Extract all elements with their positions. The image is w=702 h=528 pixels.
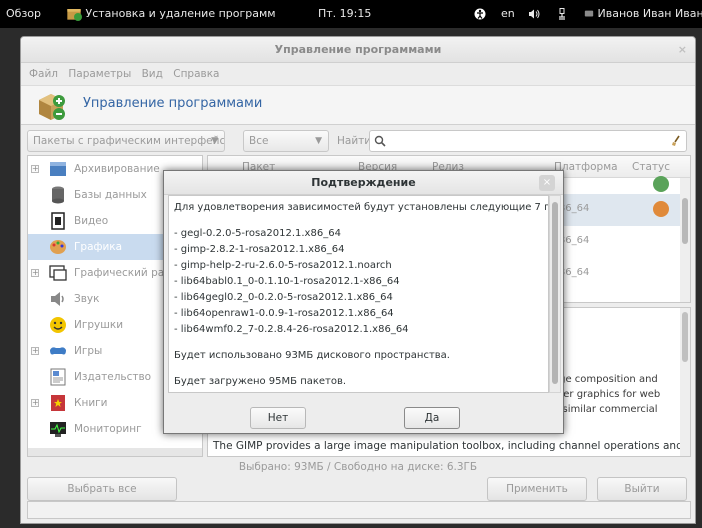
category-label: Базы данных <box>74 189 147 201</box>
app-name: Установка и удаление программ <box>85 7 276 20</box>
dependency-item: - lib64babl0.1_0-0.1.10-1-rosa2012.1-x86… <box>174 276 400 287</box>
install-pending-icon <box>653 201 669 217</box>
menu-file[interactable]: Файл <box>29 68 58 80</box>
close-icon[interactable]: × <box>678 37 687 63</box>
category-label: Мониторинг <box>74 423 142 435</box>
filter-row: Пакеты с графическим интерфейсом ▼ Все ▼… <box>21 130 695 154</box>
menubar: Файл Параметры Вид Справка <box>21 63 695 85</box>
dependency-item: - gimp-2.8.2-1-rosa2012.1.x86_64 <box>174 244 345 255</box>
user-name: Иванов Иван Иванович <box>597 7 702 20</box>
power-icon[interactable] <box>556 0 568 28</box>
monitor-icon <box>50 422 66 437</box>
column-header-status[interactable]: Статус <box>632 156 670 178</box>
category-label: Книги <box>74 397 108 409</box>
dependency-item: - lib64wmf0.2_7-0.2.8.4-26-rosa2012.1.x8… <box>174 324 409 335</box>
description-line: age composition and <box>553 374 658 385</box>
scrollbar-thumb[interactable] <box>682 198 688 244</box>
disk-status-text: Выбрано: 93МБ / Свободно на диске: 6.3ГБ <box>238 461 478 473</box>
yes-button[interactable]: Да <box>404 407 460 429</box>
state-value: Все <box>249 135 269 147</box>
book-icon <box>51 395 65 411</box>
accessibility-icon[interactable] <box>474 0 486 28</box>
category-label: Графика <box>74 241 123 253</box>
description-line: ther graphics for web <box>553 389 661 400</box>
volume-icon[interactable] <box>528 0 540 28</box>
category-label: Игры <box>74 345 103 357</box>
installed-icon <box>653 176 669 192</box>
clock[interactable]: Пт. 19:15 <box>318 0 371 28</box>
package-icon <box>67 9 82 21</box>
state-select[interactable]: Все ▼ <box>243 130 329 152</box>
category-label: Издательство <box>74 371 152 383</box>
dependency-item: - gimp-help-2-ru-2.6.0-5-rosa2012.1.noar… <box>174 260 392 271</box>
category-label: Игрушки <box>74 319 124 331</box>
window-title: Управление программами <box>274 43 442 56</box>
user-menu[interactable]: Иванов Иван Иванович <box>584 0 702 28</box>
package-type-value: Пакеты с графическим интерфейсом <box>33 135 225 147</box>
clear-brush-icon[interactable] <box>670 135 682 147</box>
expand-icon[interactable]: + <box>31 269 39 277</box>
search-icon <box>374 135 386 147</box>
header-banner: Управление программами <box>21 85 695 125</box>
menu-parameters[interactable]: Параметры <box>68 68 131 80</box>
smiley-icon <box>50 317 66 333</box>
dialog-message: Для удовлетворения зависимостей будут ус… <box>168 195 549 393</box>
header-title: Управление программами <box>83 96 263 111</box>
package-type-select[interactable]: Пакеты с графическим интерфейсом ▼ <box>27 130 225 152</box>
chevron-down-icon: ▼ <box>315 136 322 146</box>
publishing-icon <box>50 368 66 386</box>
dialog-title[interactable]: Подтверждение <box>164 171 563 195</box>
progress-bar <box>27 501 691 519</box>
window-titlebar[interactable]: Управление программами × <box>21 37 695 63</box>
apply-button[interactable]: Применить <box>487 477 587 501</box>
dependency-item: - lib64openraw1-0.0.9-1-rosa2012.1.x86_6… <box>174 308 394 319</box>
expand-icon[interactable]: + <box>31 165 39 173</box>
scrollbar-thumb[interactable] <box>552 202 558 384</box>
dependency-item: - lib64gegl0.2_0-0.2.0-5-rosa2012.1.x86_… <box>174 292 393 303</box>
gamepad-icon <box>50 347 66 355</box>
desktop-icon <box>49 265 67 281</box>
disk-usage-text: Будет использовано 93МБ дискового простр… <box>174 350 450 361</box>
category-label: Архивирование <box>74 163 160 175</box>
chat-icon <box>584 10 594 17</box>
vertical-scrollbar[interactable] <box>549 195 561 393</box>
palette-icon <box>50 240 66 254</box>
exit-button[interactable]: Выйти <box>597 477 687 501</box>
vertical-scrollbar[interactable] <box>680 308 690 456</box>
download-size-text: Будет загружено 95МБ пакетов. <box>174 376 347 387</box>
dependency-item: - gegl-0.2.0-5-rosa2012.1.x86_64 <box>174 228 341 239</box>
activities-button[interactable]: Обзор <box>6 0 41 28</box>
keyboard-layout[interactable]: en <box>501 0 515 28</box>
top-panel: Обзор Установка и удаление программ Пт. … <box>0 0 702 28</box>
archive-icon <box>50 162 66 176</box>
scrollbar-thumb[interactable] <box>682 312 688 362</box>
horizontal-scrollbar[interactable] <box>28 448 202 456</box>
video-icon <box>51 212 65 230</box>
app-menu[interactable]: Установка и удаление программ <box>66 0 276 28</box>
chevron-down-icon: ▼ <box>211 136 218 146</box>
menu-help[interactable]: Справка <box>173 68 219 80</box>
description-line: n similar commercial <box>553 404 658 415</box>
speaker-icon <box>51 292 64 306</box>
close-icon[interactable]: × <box>539 175 555 191</box>
category-label: Звук <box>74 293 100 305</box>
confirmation-dialog: Подтверждение × Для удовлетворения завис… <box>163 170 564 434</box>
expand-icon[interactable]: + <box>31 399 39 407</box>
category-label: Видео <box>74 215 109 227</box>
dialog-intro: Для удовлетворения зависимостей будут ус… <box>174 202 549 213</box>
description-text: The GIMP provides a large image manipula… <box>213 440 691 452</box>
search-input[interactable] <box>369 130 687 152</box>
select-all-button[interactable]: Выбрать все <box>27 477 177 501</box>
expand-icon[interactable]: + <box>31 347 39 355</box>
database-icon <box>52 186 64 204</box>
no-button[interactable]: Нет <box>250 407 306 429</box>
vertical-scrollbar[interactable] <box>680 178 690 302</box>
menu-view[interactable]: Вид <box>142 68 163 80</box>
package-manager-icon <box>39 94 65 120</box>
